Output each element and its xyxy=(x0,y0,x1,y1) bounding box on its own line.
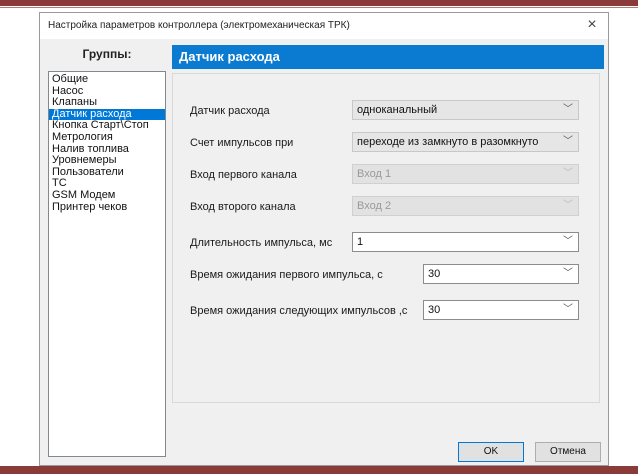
first-pulse-wait-value: 30 xyxy=(428,268,441,280)
chevron-down-icon: ﹀ xyxy=(563,136,573,147)
panel-body: Датчик расхода одноканальный ﹀ Счет импу… xyxy=(172,73,600,403)
second-channel-input-label: Вход второго канала xyxy=(190,201,296,213)
sensor-type-value: одноканальный xyxy=(357,104,438,116)
sensor-type-select[interactable]: одноканальный ﹀ xyxy=(352,100,579,120)
chevron-down-icon: ﹀ xyxy=(563,268,573,279)
decorative-bottom-bar xyxy=(0,466,638,474)
chevron-down-icon: ﹀ xyxy=(563,104,573,115)
groups-list[interactable]: Общие Насос Клапаны Датчик расхода Кнопк… xyxy=(48,71,166,457)
decorative-top-line xyxy=(0,7,638,8)
pulse-duration-value: 1 xyxy=(357,236,364,248)
second-channel-input-value: Вход 2 xyxy=(357,200,392,212)
group-item-general[interactable]: Общие xyxy=(49,73,165,86)
group-item-gsm-modem[interactable]: GSM Модем xyxy=(49,189,165,202)
panel-title: Датчик расхода xyxy=(172,45,604,69)
decorative-top-bar xyxy=(0,0,638,6)
next-pulse-wait-value: 30 xyxy=(428,304,441,316)
next-pulse-wait-combo[interactable]: 30 ﹀ xyxy=(423,300,579,320)
chevron-down-icon: ﹀ xyxy=(563,304,573,315)
group-item-receipt-printer[interactable]: Принтер чеков xyxy=(49,201,165,214)
first-channel-input-select: Вход 1 ﹀ xyxy=(352,164,579,184)
next-pulse-wait-label: Время ожидания следующих импульсов ,с xyxy=(190,305,408,317)
cancel-button[interactable]: Отмена xyxy=(535,442,601,462)
close-icon[interactable]: × xyxy=(582,16,602,34)
chevron-down-icon: ﹀ xyxy=(563,168,573,179)
pulse-count-label: Счет импульсов при xyxy=(190,137,294,149)
settings-dialog: Настройка параметров контроллера (электр… xyxy=(39,12,609,466)
group-item-level-gauges[interactable]: Уровнемеры xyxy=(49,155,165,167)
first-channel-input-label: Вход первого канала xyxy=(190,169,297,181)
second-channel-input-select: Вход 2 ﹀ xyxy=(352,196,579,216)
window-title: Настройка параметров контроллера (электр… xyxy=(48,20,350,31)
first-pulse-wait-label: Время ожидания первого импульса, с xyxy=(190,269,383,281)
first-channel-input-value: Вход 1 xyxy=(357,168,392,180)
pulse-duration-label: Длительность импульса, мс xyxy=(190,237,333,249)
chevron-down-icon: ﹀ xyxy=(563,236,573,247)
first-pulse-wait-combo[interactable]: 30 ﹀ xyxy=(423,264,579,284)
sensor-type-label: Датчик расхода xyxy=(190,105,270,117)
ok-button[interactable]: OK xyxy=(458,442,524,462)
groups-heading: Группы: xyxy=(82,47,132,61)
pulse-count-select[interactable]: переходе из замкнуто в разомкнуто ﹀ xyxy=(352,132,579,152)
pulse-count-value: переходе из замкнуто в разомкнуто xyxy=(357,136,539,148)
pulse-duration-combo[interactable]: 1 ﹀ xyxy=(352,232,579,252)
chevron-down-icon: ﹀ xyxy=(563,200,573,211)
group-item-metrology[interactable]: Метрология xyxy=(49,131,165,144)
title-bar: Настройка параметров контроллера (электр… xyxy=(40,13,608,39)
